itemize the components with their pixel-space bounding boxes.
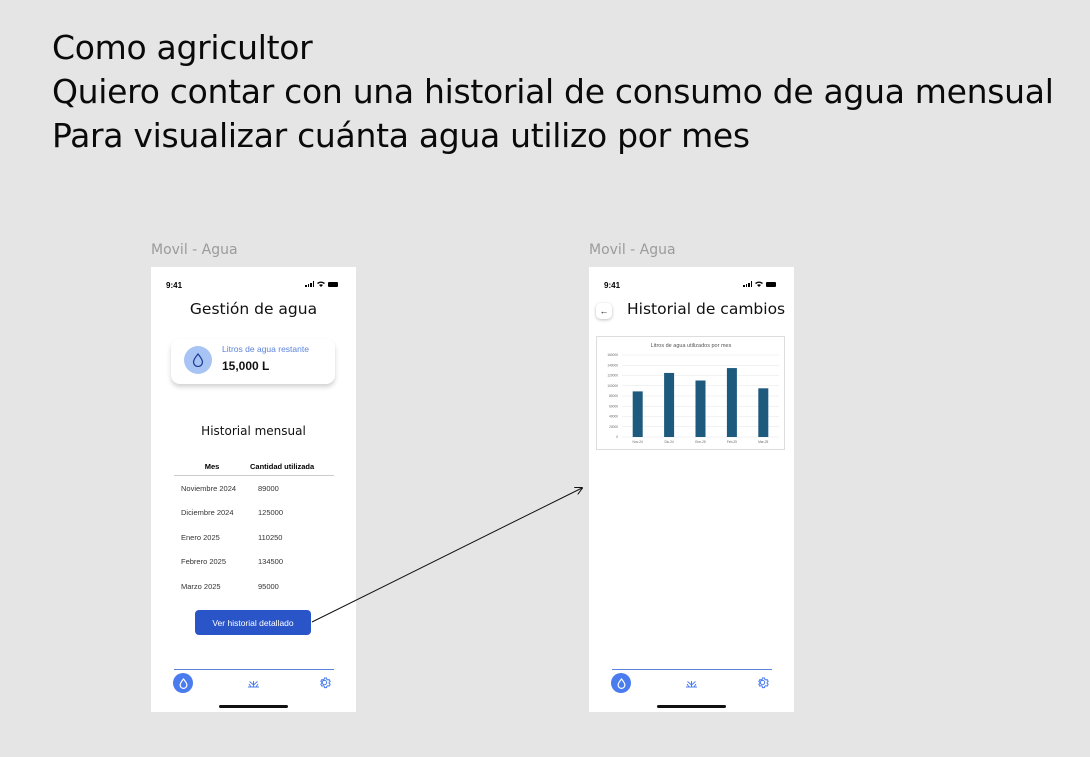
flow-arrow [311,0,1090,623]
